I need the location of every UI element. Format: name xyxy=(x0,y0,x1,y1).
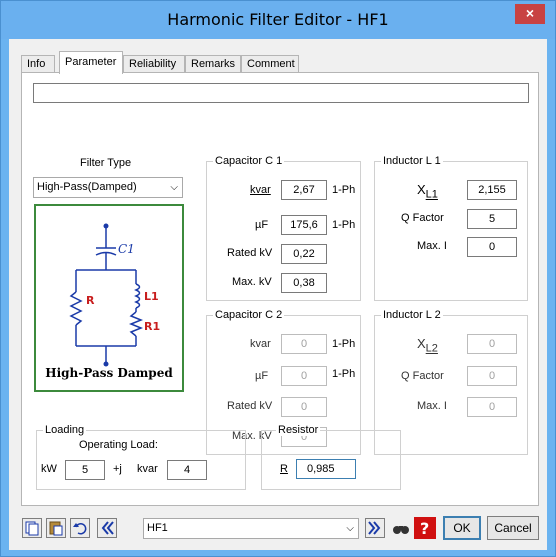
c1-kvar-label: kvar xyxy=(250,184,271,196)
c2-rated-kv-field[interactable]: 0 xyxy=(281,397,327,417)
close-button[interactable]: × xyxy=(515,4,545,24)
cancel-button[interactable]: Cancel xyxy=(487,516,539,540)
tab-remarks[interactable]: Remarks xyxy=(185,55,241,73)
c1-uf-field[interactable]: 175,6 xyxy=(281,215,327,235)
c1-rated-kv-label: Rated kV xyxy=(227,247,273,259)
window-title: Harmonic Filter Editor - HF1 xyxy=(167,10,389,29)
c1-label: C1 xyxy=(118,242,135,256)
filter-type-value: High-Pass(Damped) xyxy=(37,181,137,193)
l2-q-label: Q Factor xyxy=(401,370,444,382)
circuit-schematic: C1 R L1 R1 xyxy=(69,223,160,367)
inductor-l2-title: Inductor L 2 xyxy=(381,309,443,321)
loading-kvar-field[interactable]: 4 xyxy=(167,460,207,480)
diagram-caption: High-Pass Damped xyxy=(45,366,173,380)
c1-uf-unit: 1-Ph xyxy=(332,219,356,231)
c2-kvar-label: kvar xyxy=(250,338,271,350)
tab-info[interactable]: Info xyxy=(21,55,55,73)
bottom-toolbar: HF1 ⌵ ? OK Cancel xyxy=(9,513,547,543)
l1-max-i-label: Max. I xyxy=(417,240,447,252)
capacitor-c1-group: Capacitor C 1 kvar 2,67 1-Ph µF 175,6 1-… xyxy=(206,155,361,301)
c2-uf-field[interactable]: 0 xyxy=(281,366,327,386)
title-bar[interactable]: Harmonic Filter Editor - HF1 × xyxy=(1,1,555,39)
r-label: R xyxy=(86,294,95,307)
capacitor-c1-title: Capacitor C 1 xyxy=(213,155,285,167)
c1-max-kv-label: Max. kV xyxy=(232,276,272,288)
kw-label: kW xyxy=(41,463,57,475)
loading-kvar-label: kvar xyxy=(137,463,158,475)
chevron-down-icon: ⌵ xyxy=(346,523,354,534)
c1-uf-label: µF xyxy=(255,219,269,231)
l1-label: L1 xyxy=(144,290,159,303)
c2-kvar-unit: 1-Ph xyxy=(332,338,356,350)
tab-comment[interactable]: Comment xyxy=(241,55,299,73)
capacitor-c2-title: Capacitor C 2 xyxy=(213,309,285,321)
c2-rated-kv-label: Rated kV xyxy=(227,400,273,412)
loading-group: Loading Operating Load: kW 5 +j kvar 4 xyxy=(36,424,246,490)
r1-label: R1 xyxy=(144,320,160,333)
nav-next-icon[interactable] xyxy=(365,518,385,538)
c1-kvar-unit: 1-Ph xyxy=(332,184,356,196)
c2-uf-label: µF xyxy=(255,370,269,382)
ok-button[interactable]: OK xyxy=(443,516,481,540)
resistor-r-field[interactable]: 0,985 xyxy=(296,459,356,479)
parameter-panel: Filter Type High-Pass(Damped) ⌵ C1 R L1 … xyxy=(21,72,539,506)
l2-xl-label: XL2 xyxy=(417,336,438,355)
top-node xyxy=(103,223,109,229)
resistor-group: Resistor R 0,985 xyxy=(261,424,401,490)
resistor-title: Resistor xyxy=(276,424,321,436)
kw-field[interactable]: 5 xyxy=(65,460,105,480)
j-label: +j xyxy=(113,463,122,475)
c2-uf-unit: 1-Ph xyxy=(332,368,356,380)
description-input[interactable] xyxy=(33,83,529,103)
loading-title: Loading xyxy=(43,424,87,436)
filter-diagram: C1 R L1 R1 High-Pass Damped xyxy=(34,204,184,392)
operating-load-label: Operating Load: xyxy=(79,439,158,451)
l1-q-label: Q Factor xyxy=(401,212,444,224)
l2-xl-field[interactable]: 0 xyxy=(467,334,517,354)
element-select[interactable]: HF1 ⌵ xyxy=(143,518,359,539)
copy-icon[interactable] xyxy=(22,518,42,538)
c1-max-kv-field[interactable]: 0,38 xyxy=(281,273,327,293)
element-select-value: HF1 xyxy=(147,522,168,534)
chevron-down-icon: ⌵ xyxy=(170,182,178,193)
c2-kvar-field[interactable]: 0 xyxy=(281,334,327,354)
filter-type-label: Filter Type xyxy=(80,157,132,169)
nav-previous-icon[interactable] xyxy=(97,518,117,538)
tab-parameter[interactable]: Parameter xyxy=(59,51,123,74)
help-icon[interactable]: ? xyxy=(414,517,436,539)
l1-xl-field[interactable]: 2,155 xyxy=(467,180,517,200)
c1-kvar-field[interactable]: 2,67 xyxy=(281,180,327,200)
inductor-l1-title: Inductor L 1 xyxy=(381,155,443,167)
resistor-r-label: R xyxy=(280,463,288,475)
paste-icon[interactable] xyxy=(46,518,66,538)
l2-max-i-label: Max. I xyxy=(417,400,447,412)
l2-max-i-field[interactable]: 0 xyxy=(467,397,517,417)
l2-q-field[interactable]: 0 xyxy=(467,366,517,386)
svg-text:?: ? xyxy=(420,519,429,538)
l1-max-i-field[interactable]: 0 xyxy=(467,237,517,257)
dialog-window: Harmonic Filter Editor - HF1 × Info Para… xyxy=(0,0,556,557)
find-icon[interactable] xyxy=(391,518,411,538)
l1-xl-label: XL1 xyxy=(417,182,438,201)
undo-icon[interactable] xyxy=(70,518,90,538)
l1-q-field[interactable]: 5 xyxy=(467,209,517,229)
c1-rated-kv-field[interactable]: 0,22 xyxy=(281,244,327,264)
inductor-l1-group: Inductor L 1 XL1 2,155 Q Factor 5 Max. I… xyxy=(374,155,528,301)
dialog-client: Info Parameter Reliability Remarks Comme… xyxy=(9,39,547,550)
filter-type-select[interactable]: High-Pass(Damped) ⌵ xyxy=(33,177,183,198)
tab-reliability[interactable]: Reliability xyxy=(123,55,185,73)
